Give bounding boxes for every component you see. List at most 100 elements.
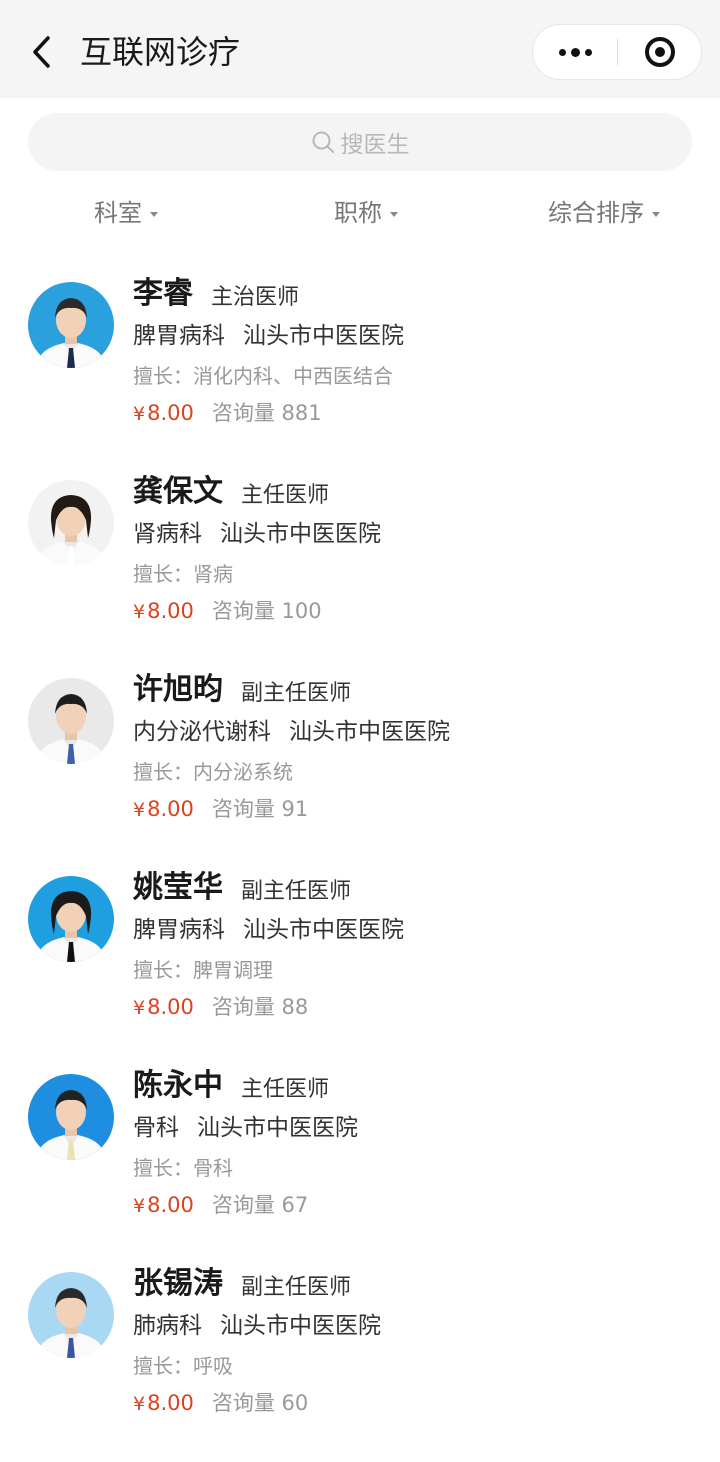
chevron-left-icon (33, 36, 50, 68)
doctor-meta: ¥8.00 咨询量 100 (133, 594, 322, 628)
search-bar[interactable]: 搜医生 (28, 113, 692, 171)
doctor-avatar (28, 678, 114, 764)
consult-count: 咨询量 67 (211, 1193, 309, 1217)
currency-symbol: ¥ (133, 601, 146, 623)
hospital-name: 汕头市中医医院 (220, 521, 381, 547)
doctor-department: 肺病科 汕头市中医医院 (133, 1308, 381, 1344)
doctor-meta: ¥8.00 咨询量 881 (133, 396, 322, 430)
doctor-name: 张锡涛 (133, 1266, 223, 1301)
hospital-name: 汕头市中医医院 (197, 1115, 358, 1141)
portrait-photo (28, 1074, 114, 1160)
currency-symbol: ¥ (133, 403, 146, 425)
doctor-name: 姚莹华 (133, 870, 223, 905)
portrait-photo (28, 1272, 114, 1358)
currency-symbol: ¥ (133, 1393, 146, 1415)
doctor-avatar (28, 1272, 114, 1358)
consult-price: ¥8.00 (133, 396, 194, 431)
consult-count: 咨询量 100 (211, 599, 322, 623)
doctor-title: 副主任医师 (241, 879, 352, 904)
more-dots-icon (558, 48, 566, 56)
portrait-photo (28, 876, 114, 962)
consult-count: 咨询量 881 (211, 401, 322, 425)
consult-price: ¥8.00 (133, 792, 194, 827)
more-button[interactable] (533, 25, 617, 79)
price-value: 8.00 (147, 1193, 194, 1217)
price-value: 8.00 (147, 401, 194, 425)
doctor-title: 副主任医师 (241, 681, 352, 706)
consult-price: ¥8.00 (133, 594, 194, 629)
price-value: 8.00 (147, 995, 194, 1019)
doctor-title: 主治医师 (211, 285, 300, 310)
portrait-photo (28, 480, 114, 566)
caret-down-icon (390, 211, 398, 217)
doctor-title: 主任医师 (241, 483, 330, 508)
doctor-meta: ¥8.00 咨询量 67 (133, 1188, 308, 1222)
doctor-avatar (28, 876, 114, 962)
search-placeholder: 搜医生 (340, 132, 410, 158)
doctor-skill: 擅长：呼吸 (133, 1354, 233, 1378)
doctor-card[interactable]: 陈永中 主任医师 骨科 汕头市中医医院 擅长：骨科 ¥8.00 咨询量 67 (0, 1068, 720, 1264)
navigation-bar: 互联网诊疗 (0, 0, 720, 98)
back-button[interactable] (22, 28, 62, 76)
doctor-avatar (28, 282, 114, 368)
consult-count: 咨询量 88 (211, 995, 309, 1019)
filter-department[interactable]: 科室 (94, 188, 158, 238)
filter-label: 综合排序 (548, 199, 644, 227)
filter-sort[interactable]: 综合排序 (548, 188, 660, 238)
doctor-card[interactable]: 龚保文 主任医师 肾病科 汕头市中医医院 擅长：肾病 ¥8.00 咨询量 100 (0, 474, 720, 670)
doctor-skill: 擅长：消化内科、中西医结合 (133, 364, 393, 388)
doctor-card[interactable]: 许旭昀 副主任医师 内分泌代谢科 汕头市中医医院 擅长：内分泌系统 ¥8.00 咨… (0, 672, 720, 868)
doctor-department: 内分泌代谢科 汕头市中医医院 (133, 714, 450, 750)
doctor-department: 骨科 汕头市中医医院 (133, 1110, 358, 1146)
currency-symbol: ¥ (133, 799, 146, 821)
price-value: 8.00 (147, 599, 194, 623)
consult-count: 咨询量 60 (211, 1391, 309, 1415)
close-button[interactable] (618, 25, 702, 79)
portrait-photo (28, 678, 114, 764)
doctor-name: 李睿 (133, 276, 193, 311)
department-name: 肺病科 (133, 1313, 202, 1339)
department-name: 脾胃病科 (133, 917, 225, 943)
consult-price: ¥8.00 (133, 990, 194, 1025)
caret-down-icon (652, 211, 660, 217)
filter-label: 职称 (334, 199, 382, 227)
doctor-department: 脾胃病科 汕头市中医医院 (133, 912, 404, 948)
doctor-title: 副主任医师 (241, 1275, 352, 1300)
doctor-skill: 擅长：脾胃调理 (133, 958, 273, 982)
currency-symbol: ¥ (133, 1195, 146, 1217)
hospital-name: 汕头市中医医院 (220, 1313, 381, 1339)
doctor-department: 脾胃病科 汕头市中医医院 (133, 318, 404, 354)
doctor-meta: ¥8.00 咨询量 60 (133, 1386, 308, 1420)
hospital-name: 汕头市中医医院 (243, 323, 404, 349)
page-title: 互联网诊疗 (80, 33, 241, 71)
doctor-card[interactable]: 姚莹华 副主任医师 脾胃病科 汕头市中医医院 擅长：脾胃调理 ¥8.00 咨询量 … (0, 870, 720, 1066)
doctor-skill: 擅长：肾病 (133, 562, 233, 586)
doctor-department: 肾病科 汕头市中医医院 (133, 516, 381, 552)
department-name: 骨科 (133, 1115, 179, 1141)
price-value: 8.00 (147, 1391, 194, 1415)
currency-symbol: ¥ (133, 997, 146, 1019)
mini-program-capsule (532, 24, 702, 80)
doctor-skill: 擅长：骨科 (133, 1156, 233, 1180)
hospital-name: 汕头市中医医院 (243, 917, 404, 943)
portrait-photo (28, 282, 114, 368)
department-name: 肾病科 (133, 521, 202, 547)
target-circle-icon (645, 37, 675, 67)
filter-label: 科室 (94, 199, 142, 227)
doctor-name: 许旭昀 (133, 672, 223, 707)
filter-title[interactable]: 职称 (334, 188, 398, 238)
department-name: 脾胃病科 (133, 323, 225, 349)
doctor-card[interactable]: 李睿 主治医师 脾胃病科 汕头市中医医院 擅长：消化内科、中西医结合 ¥8.00 … (0, 276, 720, 472)
price-value: 8.00 (147, 797, 194, 821)
doctor-title: 主任医师 (241, 1077, 330, 1102)
consult-price: ¥8.00 (133, 1386, 194, 1421)
doctor-name: 陈永中 (133, 1068, 223, 1103)
caret-down-icon (150, 211, 158, 217)
doctor-avatar (28, 480, 114, 566)
consult-price: ¥8.00 (133, 1188, 194, 1223)
doctor-avatar (28, 1074, 114, 1160)
doctor-meta: ¥8.00 咨询量 91 (133, 792, 308, 826)
doctor-card[interactable]: 张锡涛 副主任医师 肺病科 汕头市中医医院 擅长：呼吸 ¥8.00 咨询量 60 (0, 1266, 720, 1462)
department-name: 内分泌代谢科 (133, 719, 271, 745)
search-icon (312, 131, 334, 153)
